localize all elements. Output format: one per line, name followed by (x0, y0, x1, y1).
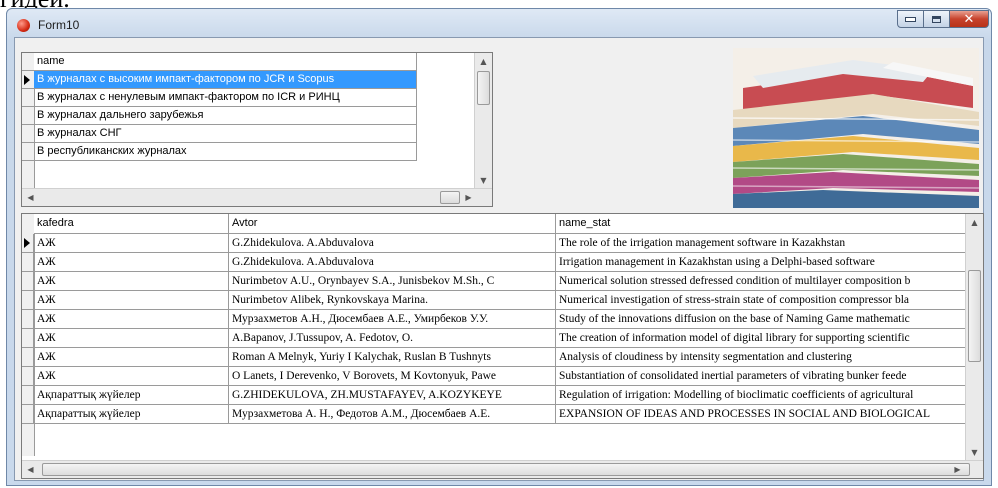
scroll-right-icon[interactable]: ▶ (949, 461, 966, 478)
cell-kafedra[interactable]: Ақпараттық жүйелер (34, 405, 229, 424)
app-icon (17, 19, 30, 32)
maximize-button[interactable] (923, 10, 950, 28)
cell-name-stat[interactable]: Substantiation of consolidated inertial … (556, 367, 976, 386)
cell-kafedra[interactable]: АЖ (34, 348, 229, 367)
category-grid-vertical-scrollbar[interactable]: ▲ ▼ (474, 53, 492, 189)
category-row[interactable]: В журналах дальнего зарубежья (34, 107, 417, 125)
indicator-cell[interactable] (22, 310, 34, 329)
column-header-name-stat[interactable]: name_stat (556, 214, 976, 234)
indicator-cell[interactable] (22, 291, 34, 310)
cell-avtor[interactable]: O Lanets, I Derevenko, V Borovets, M Kov… (229, 367, 556, 386)
maximize-icon (932, 15, 941, 23)
articles-grid-horizontal-scrollbar[interactable]: ◀ ▶ (22, 460, 983, 478)
cell-name-stat[interactable]: Analysis of cloudiness by intensity segm… (556, 348, 976, 367)
minimize-icon (905, 16, 916, 22)
close-button[interactable]: ✕ (949, 10, 989, 28)
indicator-cell[interactable] (22, 125, 34, 143)
column-header-kafedra[interactable]: kafedra (34, 214, 229, 234)
indicator-cell[interactable] (22, 367, 34, 386)
scroll-left-icon[interactable]: ◀ (22, 461, 39, 478)
category-grid-horizontal-scrollbar[interactable]: ◀ ▶ (22, 188, 492, 206)
category-row[interactable]: В журналах СНГ (34, 125, 417, 143)
cell-name-stat[interactable]: Irrigation management in Kazakhstan usin… (556, 253, 976, 272)
cell-name-stat[interactable]: Regulation of irrigation: Modelling of b… (556, 386, 976, 405)
cell-kafedra[interactable]: АЖ (34, 234, 229, 253)
cell-avtor[interactable]: Nurimbetov A.U., Orynbayev S.A., Junisbe… (229, 272, 556, 291)
indicator-cell[interactable] (22, 253, 34, 272)
scroll-thumb[interactable] (42, 463, 970, 476)
cell-kafedra[interactable]: АЖ (34, 291, 229, 310)
cell-name-stat[interactable]: EXPANSION OF IDEAS AND PROCESSES IN SOCI… (556, 405, 976, 424)
window-title: Form10 (38, 18, 80, 32)
category-grid[interactable]: name В журналах с высоким импакт-факторо… (21, 52, 493, 207)
scroll-left-icon[interactable]: ◀ (22, 189, 39, 206)
cell-avtor[interactable]: Мурзахметов А.Н., Дюсембаев А.Е., Умирбе… (229, 310, 556, 329)
column-header-name[interactable]: name (34, 53, 417, 71)
cell-name-stat[interactable]: Study of the innovations diffusion on th… (556, 310, 976, 329)
category-row[interactable]: В республиканских журналах (34, 143, 417, 161)
minimize-button[interactable] (897, 10, 924, 28)
cell-avtor[interactable]: G.Zhidekulova. A.Abduvalova (229, 234, 556, 253)
indicator-cell[interactable] (22, 348, 34, 367)
indicator-cell[interactable] (22, 405, 34, 424)
indicator-cell[interactable] (22, 272, 34, 291)
cell-avtor[interactable]: Roman A Melnyk, Yuriy I Kalychak, Ruslan… (229, 348, 556, 367)
cell-kafedra[interactable]: АЖ (34, 253, 229, 272)
form-client-area: name В журналах с высоким импакт-факторо… (14, 37, 984, 481)
current-row-arrow-icon (24, 75, 30, 85)
indicator-cell[interactable] (22, 89, 34, 107)
cell-kafedra[interactable]: Ақпараттық жүйелер (34, 386, 229, 405)
form-window: Form10 ✕ name В журналах с высоким импак… (6, 8, 992, 486)
cell-avtor[interactable]: G.ZHIDEKULOVA, ZH.MUSTAFAYEV, A.KOZYKEYE (229, 386, 556, 405)
cell-avtor[interactable]: A.Bapanov, J.Tussupov, A. Fedotov, O. (229, 329, 556, 348)
close-icon: ✕ (963, 11, 975, 27)
cell-name-stat[interactable]: The creation of information model of dig… (556, 329, 976, 348)
indicator-cell[interactable] (22, 234, 34, 253)
cell-name-stat[interactable]: Numerical solution stressed defressed co… (556, 272, 976, 291)
magazines-stack-illustration (733, 48, 979, 208)
articles-grid-vertical-scrollbar[interactable]: ▲ ▼ (965, 214, 983, 461)
scroll-down-icon[interactable]: ▼ (966, 444, 983, 461)
scroll-up-icon[interactable]: ▲ (475, 53, 492, 70)
scroll-thumb[interactable] (440, 191, 460, 204)
cell-name-stat[interactable]: Numerical investigation of stress-strain… (556, 291, 976, 310)
cell-kafedra[interactable]: АЖ (34, 329, 229, 348)
scroll-up-icon[interactable]: ▲ (966, 214, 983, 231)
cell-kafedra[interactable]: АЖ (34, 272, 229, 291)
current-row-arrow-icon (24, 238, 30, 248)
indicator-cell[interactable] (22, 71, 34, 89)
articles-grid[interactable]: kafedra Avtor name_stat АЖ G.Zhidekulova.… (21, 213, 984, 479)
indicator-cell[interactable] (22, 107, 34, 125)
cell-avtor[interactable]: Nurimbetov Alibek, Rynkovskaya Marina. (229, 291, 556, 310)
scroll-thumb[interactable] (968, 270, 981, 362)
cell-avtor[interactable]: G.Zhidekulova. A.Abduvalova (229, 253, 556, 272)
cell-name-stat[interactable]: The role of the irrigation management so… (556, 234, 976, 253)
category-row[interactable]: В журналах с ненулевым импакт-фактором п… (34, 89, 417, 107)
indicator-cell[interactable] (22, 329, 34, 348)
category-row[interactable]: В журналах с высоким импакт-фактором по … (34, 71, 417, 89)
cell-avtor[interactable]: Мурзахметова А. Н., Федотов А.М., Дюсемб… (229, 405, 556, 424)
cell-kafedra[interactable]: АЖ (34, 367, 229, 386)
scroll-thumb[interactable] (477, 71, 490, 105)
indicator-header (22, 53, 34, 71)
cell-kafedra[interactable]: АЖ (34, 310, 229, 329)
column-header-avtor[interactable]: Avtor (229, 214, 556, 234)
scroll-down-icon[interactable]: ▼ (475, 172, 492, 189)
scroll-right-icon[interactable]: ▶ (460, 189, 477, 206)
magazines-image (733, 48, 979, 208)
indicator-cell[interactable] (22, 386, 34, 405)
indicator-cell[interactable] (22, 143, 34, 161)
